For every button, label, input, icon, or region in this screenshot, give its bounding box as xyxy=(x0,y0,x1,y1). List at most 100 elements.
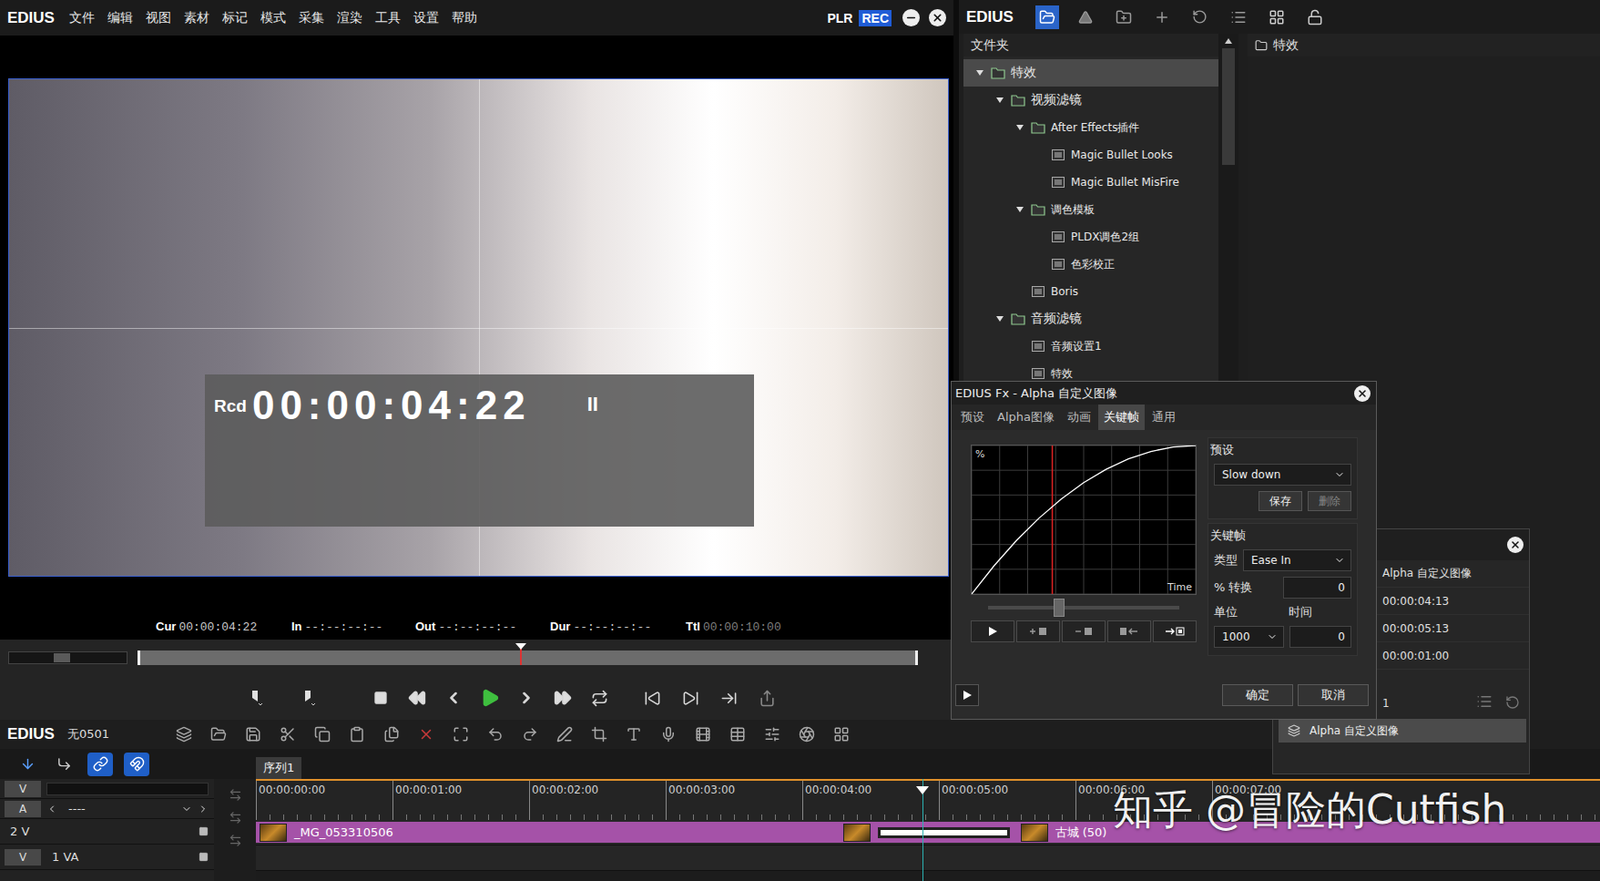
add-key-button[interactable] xyxy=(1016,620,1060,643)
insert-button[interactable] xyxy=(637,683,667,712)
next-icon[interactable] xyxy=(197,803,209,815)
tree-item[interactable]: After Effects插件 xyxy=(963,113,1219,142)
time-ruler[interactable]: 00:00:00:0000:00:01:0000:00:02:0000:00:0… xyxy=(255,778,1600,820)
table-button[interactable] xyxy=(723,722,753,746)
expand-arrow-icon[interactable] xyxy=(1015,122,1025,133)
track-tag[interactable]: V xyxy=(4,848,41,866)
menu-item[interactable]: 设置 xyxy=(407,10,445,27)
preset-select[interactable]: Slow down xyxy=(1213,463,1352,486)
unit-select[interactable]: 1000 xyxy=(1213,625,1285,648)
link-button[interactable] xyxy=(87,752,113,776)
dialog-tab[interactable]: 关键帧 xyxy=(1098,404,1145,430)
dialog-tab[interactable]: 动画 xyxy=(1061,404,1097,430)
fast-forward-button[interactable] xyxy=(548,683,578,712)
track-tag[interactable]: V xyxy=(4,780,41,797)
tree-item[interactable]: Boris xyxy=(963,277,1219,306)
render-button[interactable] xyxy=(688,722,718,746)
menu-item[interactable]: 帮助 xyxy=(446,10,483,27)
delete-button[interactable] xyxy=(411,722,441,746)
effects-button[interactable] xyxy=(792,722,822,746)
effect-list-item[interactable]: Alpha 自定义图像 xyxy=(1278,718,1527,743)
undo-button[interactable] xyxy=(480,722,510,746)
sync-icon[interactable] xyxy=(228,833,243,847)
tree-item[interactable]: 色彩校正 xyxy=(963,250,1219,278)
tree-item[interactable]: 视频滤镜 xyxy=(963,86,1219,114)
tree-item[interactable]: 音频滤镜 xyxy=(963,305,1219,333)
preset-button[interactable]: 保存 xyxy=(1258,490,1303,511)
folder-view-button[interactable] xyxy=(1035,5,1060,30)
close-button[interactable] xyxy=(928,9,947,27)
time-cursor[interactable] xyxy=(1051,445,1054,594)
close-button[interactable] xyxy=(1354,385,1371,402)
grid-view-button[interactable] xyxy=(1264,5,1289,30)
clip[interactable]: 古城 (50) xyxy=(1017,821,1600,843)
time-input[interactable]: 0 xyxy=(1289,625,1353,648)
dialog-button[interactable]: 取消 xyxy=(1297,683,1369,706)
track-lock-icon[interactable] xyxy=(198,825,209,836)
play-preview-button[interactable] xyxy=(955,683,979,706)
layers-button[interactable] xyxy=(169,722,199,746)
menu-item[interactable]: 采集 xyxy=(293,10,330,27)
tree-item[interactable]: 特效 xyxy=(963,59,1219,87)
overwrite-button[interactable] xyxy=(675,683,705,712)
paste-button[interactable] xyxy=(342,722,372,746)
dropdown-icon[interactable] xyxy=(181,803,193,815)
list-icon[interactable] xyxy=(1476,692,1493,710)
track-header[interactable]: A---- xyxy=(0,798,215,819)
tree-item[interactable]: 调色模板 xyxy=(963,195,1219,224)
transition[interactable] xyxy=(839,821,1018,843)
sync-icon[interactable] xyxy=(228,787,243,802)
mode-button[interactable]: PLR xyxy=(824,10,856,27)
close-button[interactable] xyxy=(1507,536,1524,553)
lock-button[interactable] xyxy=(1303,5,1327,30)
redo-button[interactable] xyxy=(515,722,545,746)
clip[interactable]: _MG_053310506 xyxy=(255,821,840,843)
insert-mode-button[interactable] xyxy=(50,752,77,776)
list-view-button[interactable] xyxy=(1226,5,1251,30)
percent-input[interactable]: 0 xyxy=(1283,576,1352,599)
duplicate-button[interactable] xyxy=(377,722,407,746)
pen-button[interactable] xyxy=(550,722,580,746)
step-back-button[interactable] xyxy=(438,683,469,712)
mark-in-button[interactable] xyxy=(238,683,268,712)
menu-item[interactable]: 模式 xyxy=(254,10,292,27)
scroll-thumb[interactable] xyxy=(1222,48,1235,165)
ease-type-select[interactable]: Ease In xyxy=(1243,549,1352,571)
play-button[interactable] xyxy=(475,683,505,712)
sequence-tab[interactable]: 序列1 xyxy=(255,756,302,779)
dialog-tab[interactable]: 预设 xyxy=(955,404,990,430)
refresh-icon[interactable] xyxy=(1505,694,1520,710)
tree-item[interactable]: 音频设置1 xyxy=(963,332,1219,360)
prev-icon[interactable] xyxy=(46,803,58,815)
copy-button[interactable] xyxy=(307,722,337,746)
fit-button[interactable] xyxy=(446,722,476,746)
save-button[interactable] xyxy=(238,722,268,746)
keyframe-graph[interactable]: %Time xyxy=(970,444,1197,595)
expand-arrow-icon[interactable] xyxy=(995,95,1005,105)
scrub-bar[interactable] xyxy=(137,650,918,665)
track-header[interactable]: 2 V xyxy=(0,818,215,845)
loop-button[interactable] xyxy=(584,683,614,712)
playhead[interactable] xyxy=(519,646,522,665)
slider-thumb[interactable] xyxy=(1053,598,1065,617)
export-button[interactable] xyxy=(752,683,782,712)
menu-item[interactable]: 标记 xyxy=(216,10,254,27)
voice-button[interactable] xyxy=(653,722,683,746)
menu-item[interactable]: 素材 xyxy=(178,10,215,27)
crop-button[interactable] xyxy=(584,722,614,746)
open-button[interactable] xyxy=(203,722,234,746)
snap-button[interactable] xyxy=(123,752,150,776)
zoom-thumb[interactable] xyxy=(53,652,71,663)
expand-arrow-icon[interactable] xyxy=(995,314,1005,324)
match-frame-button[interactable] xyxy=(713,683,744,712)
mode-button[interactable]: REC xyxy=(858,10,892,27)
tree-item[interactable]: Magic Bullet Looks xyxy=(963,141,1219,169)
menu-item[interactable]: 编辑 xyxy=(101,10,139,27)
track-header[interactable]: V1 VA xyxy=(0,844,215,870)
scroll-up-icon[interactable] xyxy=(1223,37,1234,45)
menu-item[interactable]: 文件 xyxy=(63,10,101,27)
step-forward-button[interactable] xyxy=(511,683,541,712)
new-folder-button[interactable] xyxy=(1111,5,1136,30)
panels-button[interactable] xyxy=(826,722,857,746)
dialog-button[interactable]: 确定 xyxy=(1222,683,1294,706)
